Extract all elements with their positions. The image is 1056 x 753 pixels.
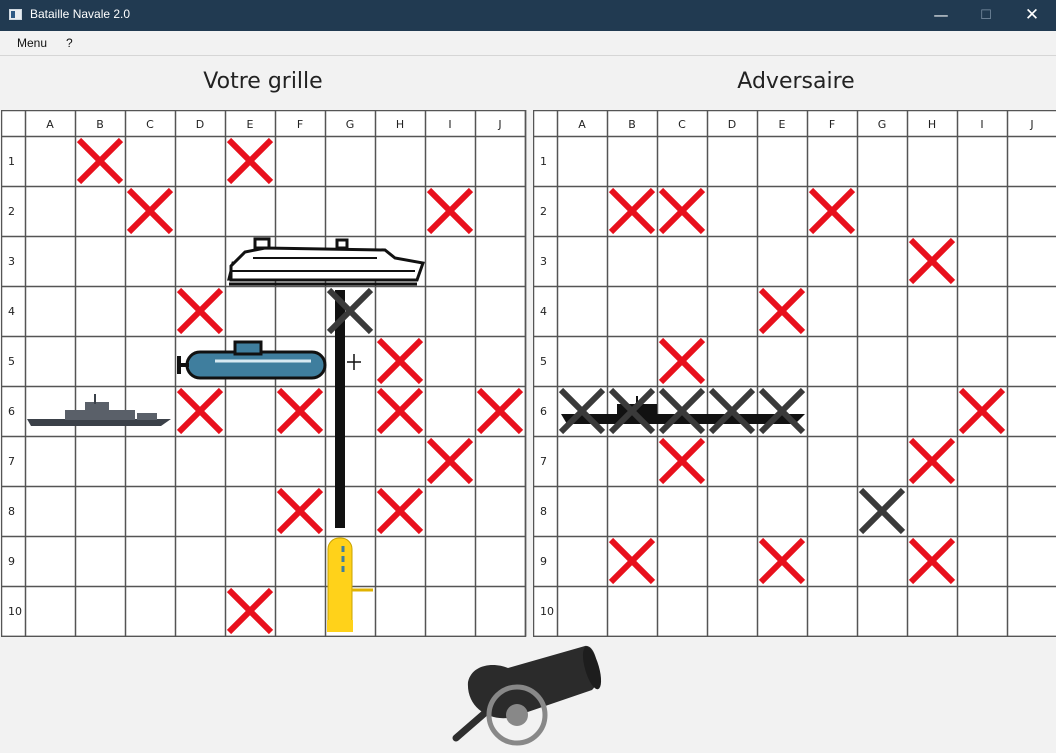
opponent-column-label: G — [878, 118, 887, 131]
opponent-column-label: B — [628, 118, 636, 131]
minimize-button[interactable]: — — [918, 0, 964, 31]
opponent-row-label: 8 — [540, 505, 547, 518]
player-column-label: F — [297, 118, 303, 131]
menu-item-help[interactable]: ? — [66, 36, 73, 50]
player-column-label: I — [448, 118, 451, 131]
player-row-label: 9 — [8, 555, 15, 568]
player-column-label: A — [46, 118, 54, 131]
player-board-heading: Votre grille — [203, 69, 323, 94]
player-row-label: 4 — [8, 305, 15, 318]
player-row-label: 1 — [8, 155, 15, 168]
opponent-column-label: I — [980, 118, 983, 131]
menu-bar: Menu ? — [0, 31, 1056, 56]
title-bar: Bataille Navale 2.0 — ☐ ✕ — [0, 0, 1056, 31]
menu-item-menu[interactable]: Menu — [17, 36, 47, 50]
opponent-column-label: F — [829, 118, 835, 131]
player-column-label: C — [146, 118, 154, 131]
opponent-column-label: C — [678, 118, 686, 131]
window-title: Bataille Navale 2.0 — [30, 7, 131, 21]
player-column-label: G — [346, 118, 355, 131]
opponent-row-label: 3 — [540, 255, 547, 268]
opponent-row-label: 1 — [540, 155, 547, 168]
opponent-board-heading: Adversaire — [737, 69, 855, 94]
opponent-grid[interactable]: A B C D E F G H I J 1 2 3 4 5 6 7 8 9 10 — [533, 110, 1056, 637]
player-column-label: J — [497, 118, 501, 131]
opponent-row-label: 6 — [540, 405, 547, 418]
player-row-label: 3 — [8, 255, 15, 268]
player-column-label: E — [247, 118, 254, 131]
player-row-label: 2 — [8, 205, 15, 218]
player-column-label: H — [396, 118, 404, 131]
cannon-icon[interactable] — [450, 640, 610, 750]
player-column-label: D — [196, 118, 204, 131]
opponent-column-label: E — [779, 118, 786, 131]
player-grid: A B C D E F G H I J 1 2 3 4 5 6 7 8 9 10 — [1, 110, 527, 637]
app-icon — [9, 9, 22, 20]
player-row-label: 7 — [8, 455, 15, 468]
opponent-row-label: 9 — [540, 555, 547, 568]
opponent-row-label: 2 — [540, 205, 547, 218]
player-row-label: 10 — [8, 605, 22, 618]
player-row-label: 8 — [8, 505, 15, 518]
close-button[interactable]: ✕ — [1009, 0, 1055, 31]
opponent-column-label: A — [578, 118, 586, 131]
opponent-row-label: 10 — [540, 605, 554, 618]
player-column-label: B — [96, 118, 104, 131]
player-row-label: 5 — [8, 355, 15, 368]
opponent-row-label: 7 — [540, 455, 547, 468]
opponent-column-label: H — [928, 118, 936, 131]
opponent-column-label: D — [728, 118, 736, 131]
maximize-button[interactable]: ☐ — [963, 0, 1009, 31]
opponent-column-label: J — [1029, 118, 1033, 131]
opponent-row-label: 4 — [540, 305, 547, 318]
player-row-label: 6 — [8, 405, 15, 418]
opponent-row-label: 5 — [540, 355, 547, 368]
